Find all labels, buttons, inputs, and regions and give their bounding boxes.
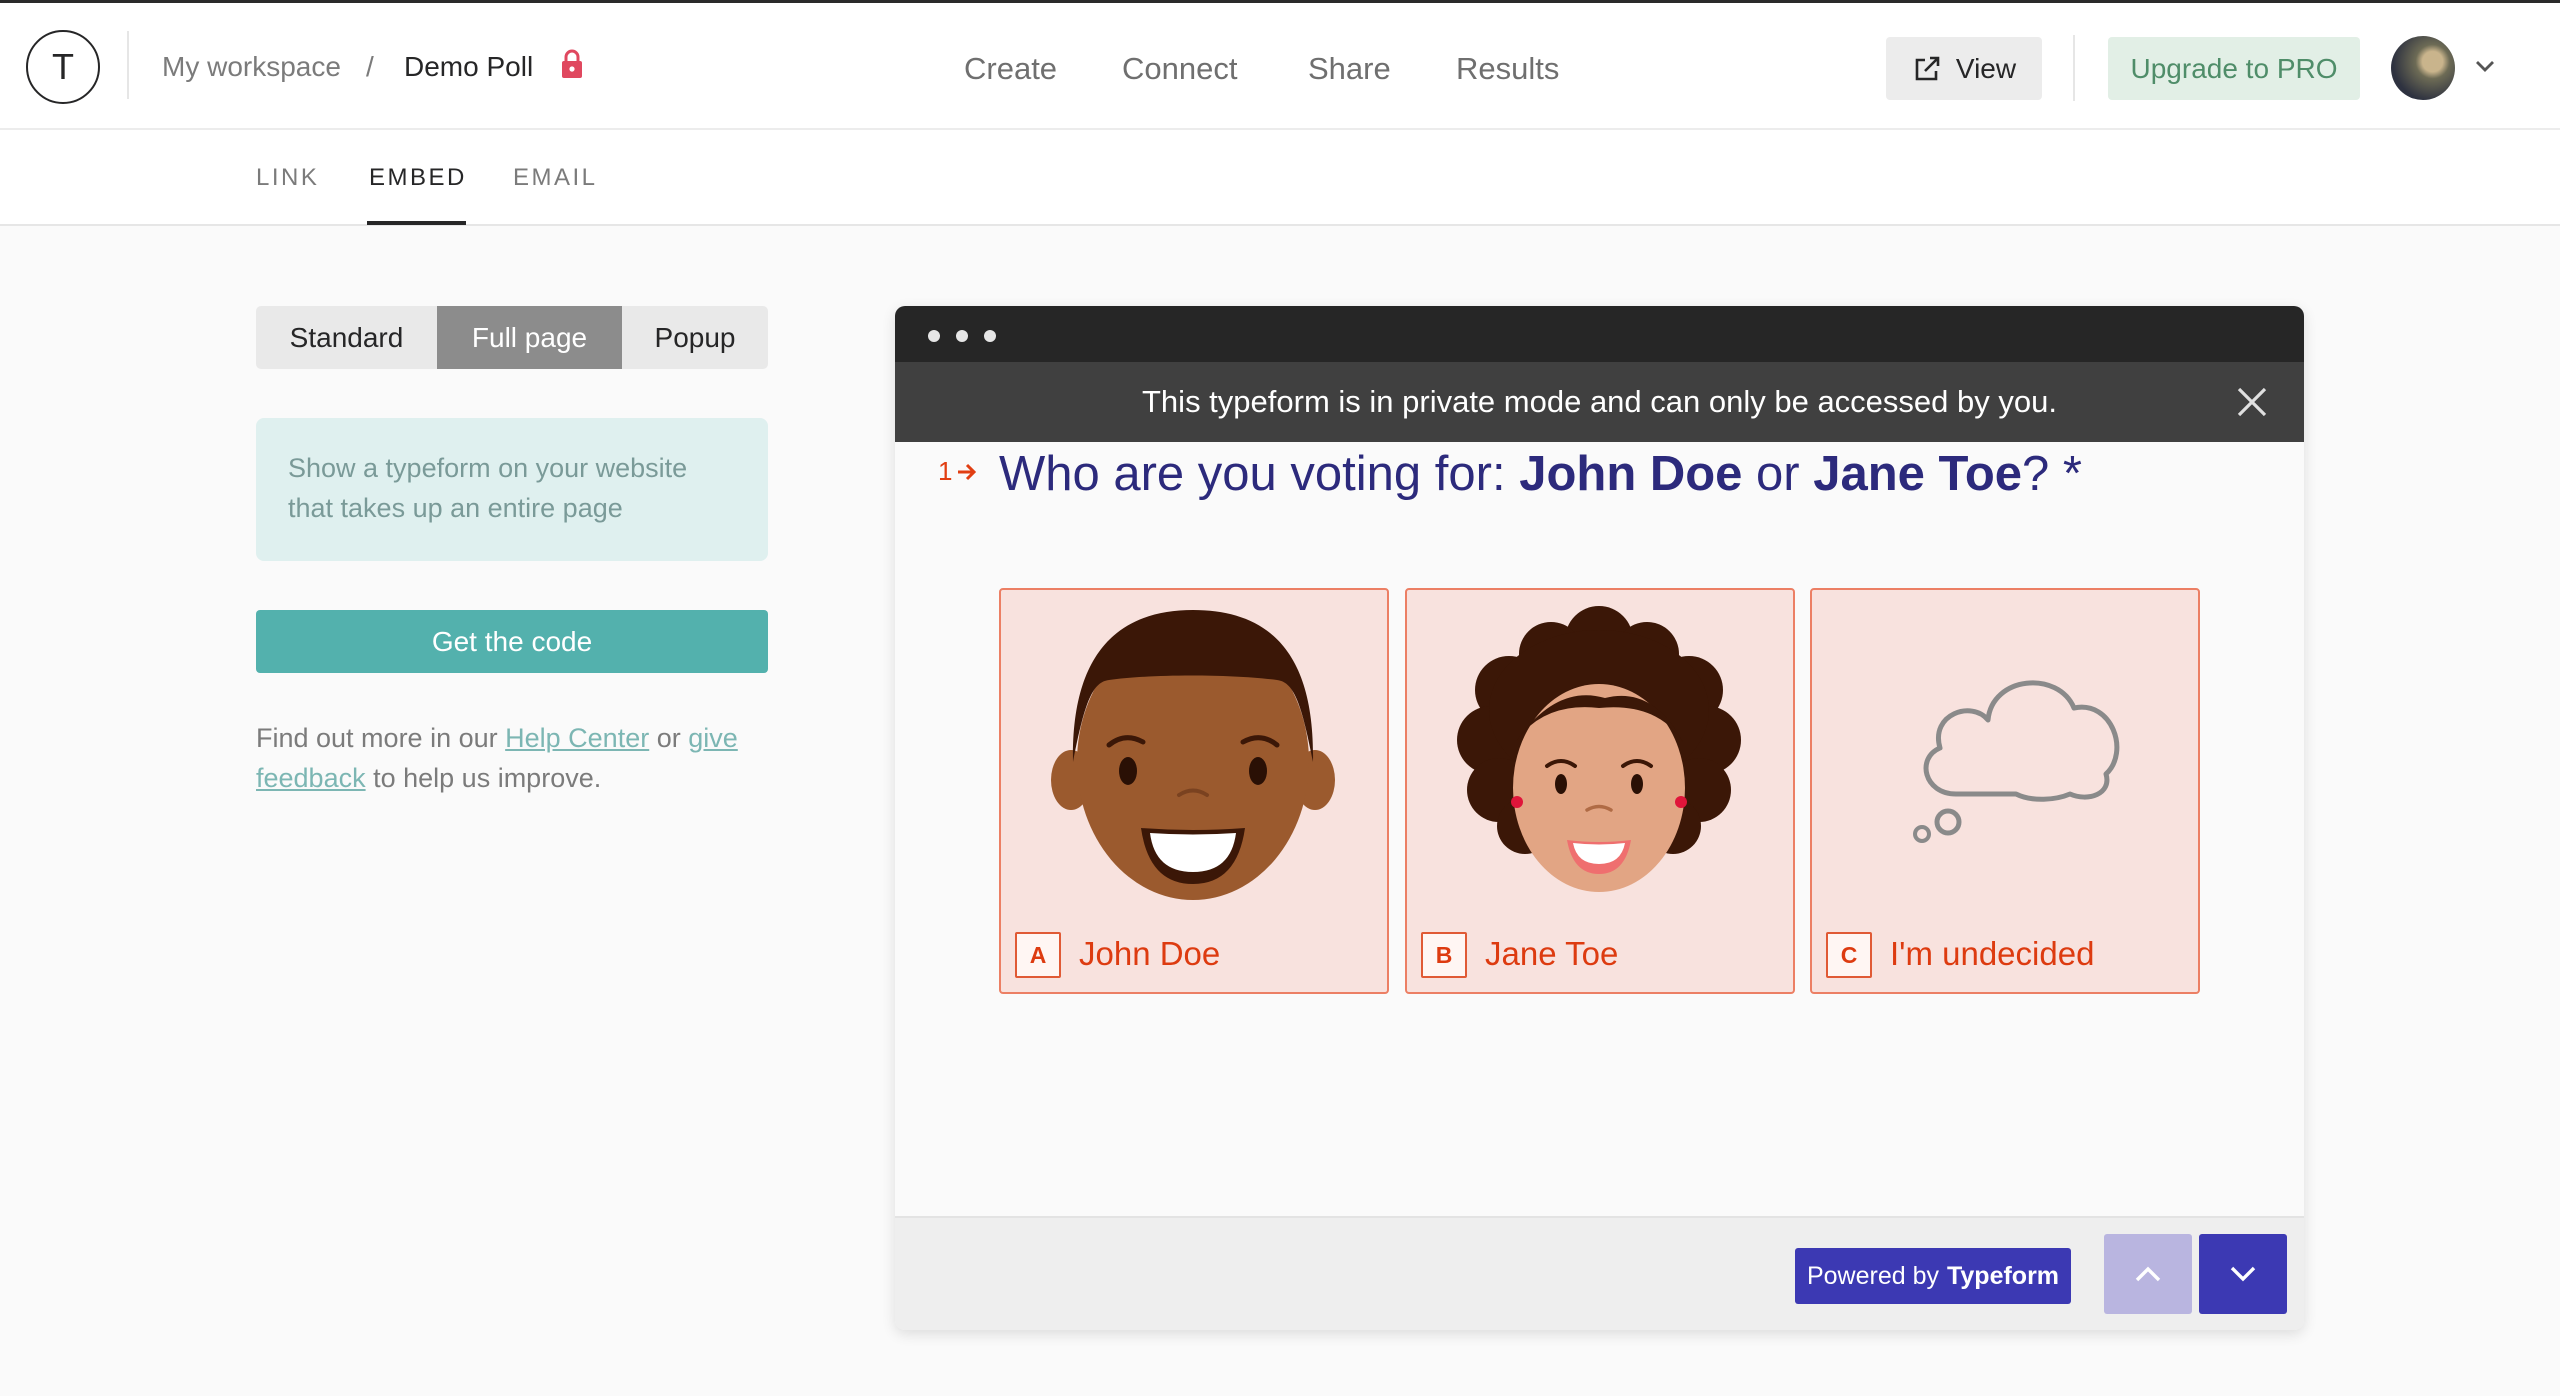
help-prefix: Find out more in our [256,723,498,753]
avatar[interactable] [2391,36,2455,100]
tab-embed[interactable]: EMBED [369,164,467,192]
question-text: Who are you voting for: John Doe or Jane… [999,446,2082,502]
nav-share[interactable]: Share [1308,51,1391,87]
arrow-right-icon [958,463,977,480]
choice-label-b: Jane Toe [1485,935,1619,972]
view-label: View [1955,52,2017,84]
get-the-code-button[interactable]: Get the code [256,610,768,673]
candidate-a-name: John Doe [1519,447,1743,501]
embed-preview: This typeform is in private mode and can… [895,306,2304,1330]
mode-full-page-button[interactable]: Full page [437,306,622,369]
choice-key-b: B [1421,932,1467,978]
breadcrumb-separator: / [366,51,374,82]
tab-link[interactable]: LINK [256,164,319,192]
private-mode-notice: This typeform is in private mode and can… [895,362,2304,442]
choice-jane-toe[interactable]: B Jane Toe [1405,588,1795,994]
typeform-logo[interactable]: T [26,30,100,104]
chevron-down-icon[interactable] [2472,53,2498,79]
divider [2073,35,2075,101]
logo-letter: T [52,46,74,87]
previous-question-button[interactable] [2104,1234,2192,1314]
question-or: or [1742,447,1814,501]
question-suffix: ? * [2022,447,2082,501]
lock-icon[interactable] [560,48,584,80]
thought-cloud-icon [1913,680,2120,843]
choice-key-a: A [1015,932,1061,978]
nav-create[interactable]: Create [964,51,1057,87]
choice-label-c: I'm undecided [1890,935,2095,972]
active-tab-indicator [367,221,466,225]
window-dot [956,330,968,342]
top-bar: T My workspace / Demo Poll Create Connec… [0,0,2560,130]
powered-by-text: Powered by [1806,1261,1939,1290]
man-face-illustration [1051,610,1335,900]
upgrade-button[interactable]: Upgrade to PRO [2108,37,2360,100]
help-suffix: to help us improve. [373,763,602,793]
question-number-value: 1 [938,456,953,486]
choice-key-c: C [1826,932,1872,978]
help-or: or [656,723,681,753]
chevron-up-icon [2135,1266,2161,1282]
question-number: 1 [938,456,978,487]
choice-john-doe[interactable]: A John Doe [999,588,1389,994]
help-center-link[interactable]: Help Center [505,723,649,753]
next-question-button[interactable] [2199,1234,2287,1314]
tab-email[interactable]: EMAIL [513,164,598,192]
breadcrumb-form-title[interactable]: Demo Poll [404,51,533,83]
mode-standard-button[interactable]: Standard [256,306,437,369]
view-button[interactable]: View [1886,37,2042,100]
embed-mode-selector: Standard Full page Popup [256,306,768,369]
brand-name: Typeform [1946,1261,2060,1290]
candidate-b-name: Jane Toe [1813,447,2023,501]
choice-undecided[interactable]: C I'm undecided [1810,588,2200,994]
share-subtabs: LINK EMBED EMAIL [0,130,2560,226]
divider [127,31,129,99]
choice-label-a: John Doe [1079,935,1221,972]
preview-window-bar [895,306,2304,362]
window-dot [928,330,940,342]
mode-popup-button[interactable]: Popup [622,306,768,369]
breadcrumb-workspace[interactable]: My workspace [162,51,341,83]
external-link-icon [1915,56,1940,80]
window-dot [984,330,996,342]
nav-connect[interactable]: Connect [1122,51,1237,87]
preview-footer: Powered by Typeform [895,1216,2304,1330]
powered-by-badge[interactable]: Powered by Typeform [1795,1248,2071,1304]
question-prefix: Who are you voting for: [999,447,1520,501]
chevron-down-icon [2230,1266,2256,1282]
woman-face-illustration [1457,606,1741,892]
mode-description: Show a typeform on your website that tak… [256,418,768,561]
nav-results[interactable]: Results [1456,51,1559,87]
help-text: Find out more in our Help Center or give… [256,718,796,798]
close-icon[interactable] [2232,382,2272,422]
